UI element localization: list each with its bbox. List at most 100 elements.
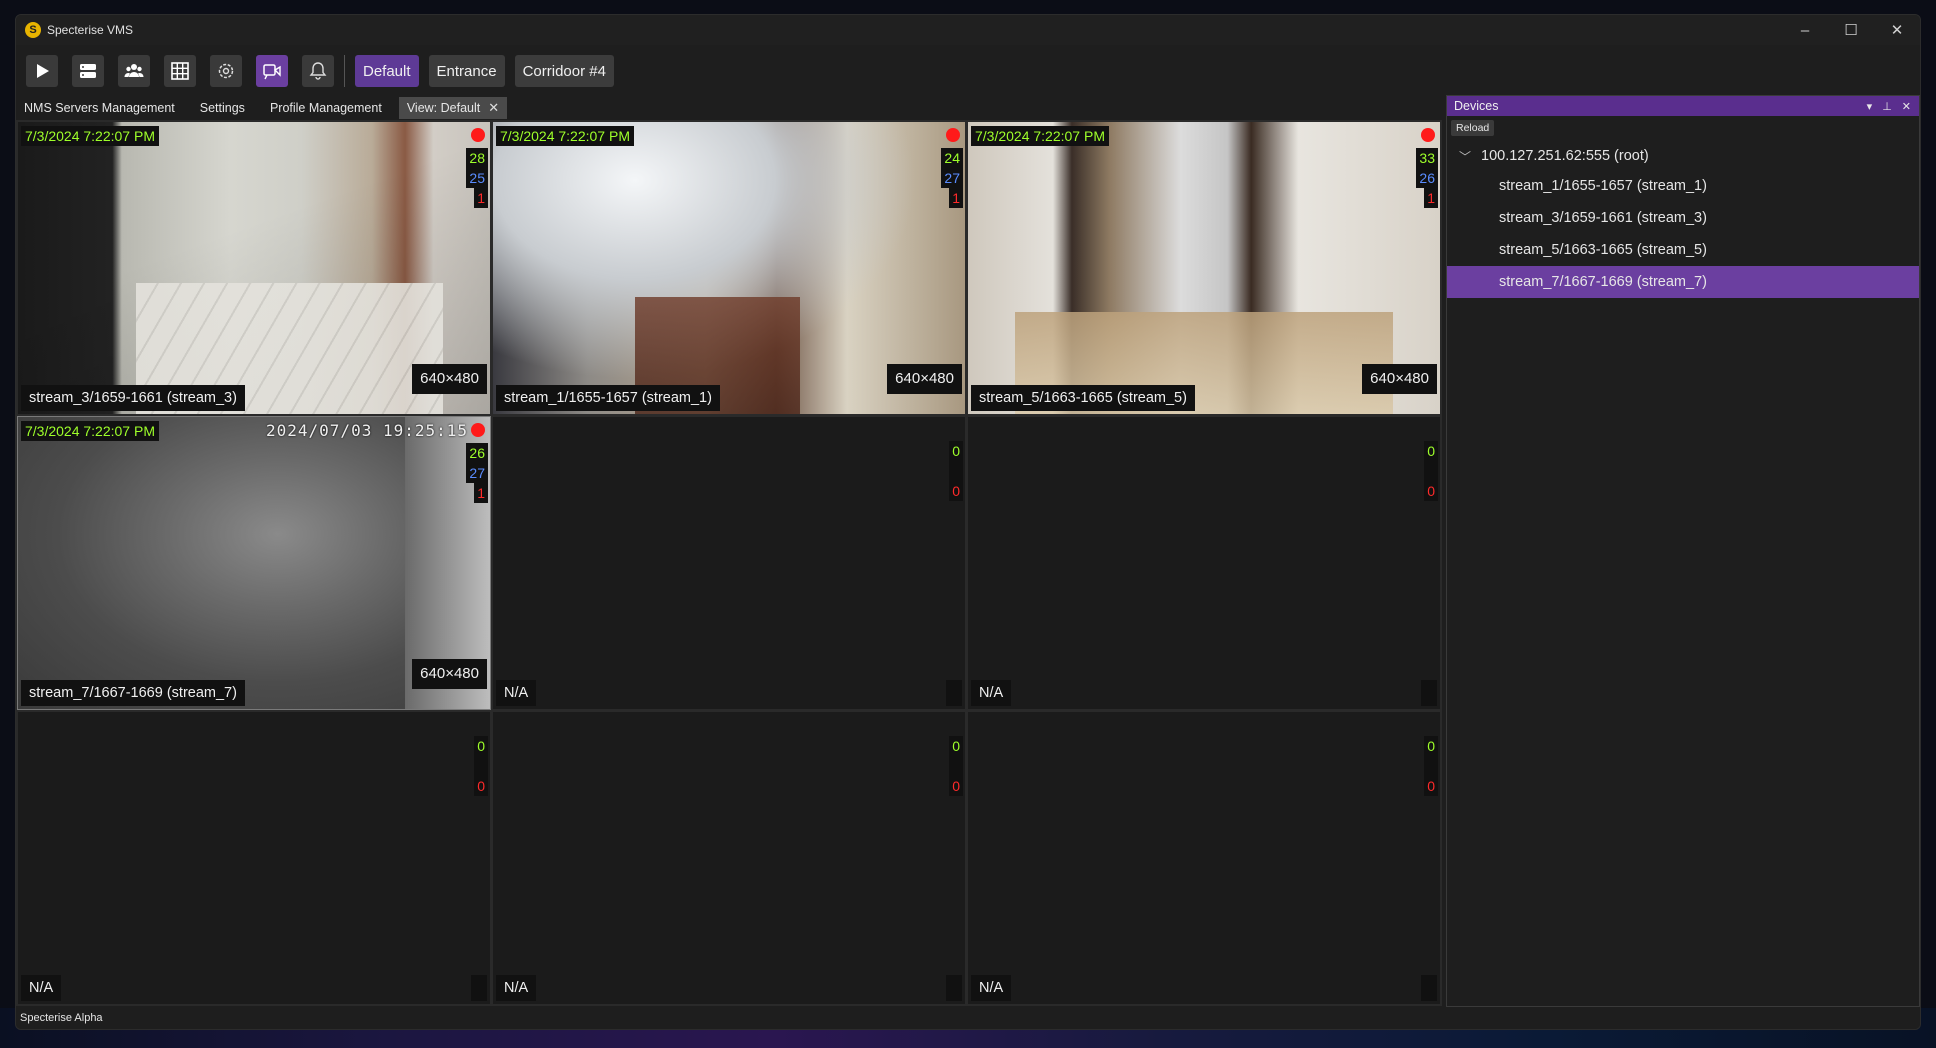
tab-view-default[interactable]: View: Default ✕: [398, 97, 508, 119]
stat-errors: 0: [474, 776, 488, 796]
camera-grid: 7/3/2024 7:22:07 PM 28 25 1 stream_3/165…: [16, 120, 1442, 1006]
camera-label: N/A: [21, 975, 62, 1001]
stream-stats: 0 0 0: [1424, 441, 1438, 501]
tab-nms-servers[interactable]: NMS Servers Management: [16, 97, 183, 119]
camera-resolution: [1421, 975, 1437, 1001]
stat-errors: 0: [949, 776, 963, 796]
tree-item-stream[interactable]: stream_5/1663-1665 (stream_5): [1447, 234, 1919, 266]
device-tree: ﹀ 100.127.251.62:555 (root) stream_1/165…: [1447, 142, 1919, 298]
camera-timestamp: 7/3/2024 7:22:07 PM: [21, 126, 159, 146]
camera-cell-empty[interactable]: 0 0 0 N/A: [968, 712, 1440, 1004]
layout-settings-button[interactable]: [164, 55, 196, 87]
stat-bitrate: 27: [466, 463, 488, 483]
tree-item-stream[interactable]: stream_7/1667-1669 (stream_7): [1447, 266, 1919, 298]
status-bar: Specterise Alpha: [16, 1007, 1920, 1029]
app-logo-icon: S: [25, 22, 41, 38]
close-tab-icon[interactable]: ✕: [488, 100, 499, 116]
users-button[interactable]: [118, 55, 150, 87]
title-bar: S Specterise VMS – ☐ ✕: [16, 15, 1920, 45]
close-button[interactable]: ✕: [1874, 15, 1920, 45]
camera-resolution: [471, 975, 487, 1001]
play-button[interactable]: [26, 55, 58, 87]
camera-cell[interactable]: 7/3/2024 7:22:07 PM 28 25 1 stream_3/165…: [18, 122, 490, 414]
view-button-default[interactable]: Default: [355, 55, 419, 87]
tree-item-stream[interactable]: stream_3/1659-1661 (stream_3): [1447, 202, 1919, 234]
settings-button[interactable]: [210, 55, 242, 87]
camera-label: N/A: [496, 680, 537, 706]
camera-label: N/A: [971, 680, 1012, 706]
panel-close-icon[interactable]: ✕: [1902, 100, 1911, 113]
users-icon: [124, 64, 144, 77]
camera-cell-empty[interactable]: 0 0 0 N/A: [493, 417, 965, 709]
panel-pin-icon[interactable]: ⊥: [1882, 100, 1892, 113]
recording-indicator: [1421, 128, 1435, 142]
chevron-down-icon[interactable]: ﹀: [1459, 148, 1471, 165]
minimize-button[interactable]: –: [1782, 15, 1828, 45]
server-icon: [80, 64, 96, 78]
camera-cell-empty[interactable]: 0 0 0 N/A: [968, 417, 1440, 709]
main-toolbar: Default Entrance Corridoor #4: [16, 51, 1920, 91]
panel-controls: ▾ ⊥ ✕: [1867, 100, 1919, 113]
camera-resolution: 640×480: [412, 659, 487, 689]
stream-stats: 24 27 1: [941, 148, 963, 208]
camera-cell[interactable]: 7/3/2024 7:22:07 PM 33 26 1 stream_5/166…: [968, 122, 1440, 414]
reload-button[interactable]: Reload: [1451, 120, 1495, 136]
camera-cell-empty[interactable]: 0 0 0 N/A: [493, 712, 965, 1004]
stat-bitrate: 27: [941, 168, 963, 188]
camera-cell[interactable]: 7/3/2024 7:22:07 PM 24 27 1 stream_1/165…: [493, 122, 965, 414]
stream-stats: 0 0 0: [949, 441, 963, 501]
stream-stats: 0 0 0: [949, 736, 963, 796]
view-button-corridoor[interactable]: Corridoor #4: [514, 55, 614, 87]
camera-timestamp: 7/3/2024 7:22:07 PM: [21, 421, 159, 441]
camera-osd-timestamp: 2024/07/03 19:25:15: [266, 421, 469, 440]
camera-resolution: [946, 975, 962, 1001]
gear-icon: [218, 63, 234, 79]
stat-bitrate: 25: [466, 168, 488, 188]
stream-stats: 28 25 1: [466, 148, 488, 208]
tab-profile-management[interactable]: Profile Management: [262, 97, 390, 119]
devices-panel-title: Devices: [1454, 99, 1499, 113]
stat-errors: 0: [1424, 481, 1438, 501]
devices-panel: Devices ▾ ⊥ ✕ Reload ﹀ 100.127.251.62:55…: [1446, 95, 1920, 1007]
toolbar-separator: [344, 55, 345, 87]
stat-bitrate: 0: [1424, 461, 1438, 481]
servers-button[interactable]: [72, 55, 104, 87]
stream-stats: 0 0 0: [1424, 736, 1438, 796]
stat-errors: 1: [1424, 188, 1438, 208]
camera-label: N/A: [496, 975, 537, 1001]
stat-bitrate: 26: [1416, 168, 1438, 188]
tree-root-label: 100.127.251.62:555 (root): [1481, 148, 1649, 164]
maximize-button[interactable]: ☐: [1828, 15, 1874, 45]
camera-cell-empty[interactable]: 0 0 0 N/A: [18, 712, 490, 1004]
stat-bitrate: 0: [1424, 756, 1438, 776]
view-button-entrance[interactable]: Entrance: [428, 55, 505, 87]
stream-stats: 33 26 1: [1416, 148, 1438, 208]
camera-cell[interactable]: 7/3/2024 7:22:07 PM 2024/07/03 19:25:15 …: [17, 416, 491, 710]
stat-fps: 24: [941, 148, 963, 168]
notifications-button[interactable]: [302, 55, 334, 87]
stat-fps: 0: [1424, 736, 1438, 756]
panel-dropdown-icon[interactable]: ▾: [1867, 100, 1873, 113]
stat-errors: 1: [949, 188, 963, 208]
tab-settings[interactable]: Settings: [192, 97, 253, 119]
stat-fps: 26: [466, 443, 488, 463]
camera-resolution: [946, 680, 962, 706]
stat-bitrate: 0: [949, 461, 963, 481]
camera-label: stream_5/1663-1665 (stream_5): [971, 385, 1195, 411]
status-text: Specterise Alpha: [20, 1012, 103, 1024]
camera-icon: [263, 64, 281, 80]
camera-label: N/A: [971, 975, 1012, 1001]
camera-button[interactable]: [256, 55, 288, 87]
stat-fps: 33: [1416, 148, 1438, 168]
tree-root-server[interactable]: ﹀ 100.127.251.62:555 (root): [1447, 142, 1919, 170]
devices-panel-header: Devices ▾ ⊥ ✕: [1447, 96, 1919, 116]
grid-settings-icon: [171, 62, 189, 80]
camera-timestamp: 7/3/2024 7:22:07 PM: [971, 126, 1109, 146]
stat-bitrate: 0: [949, 756, 963, 776]
stat-fps: 0: [949, 736, 963, 756]
stat-errors: 1: [474, 188, 488, 208]
stream-stats: 26 27 1: [466, 443, 488, 503]
tree-item-stream[interactable]: stream_1/1655-1657 (stream_1): [1447, 170, 1919, 202]
app-window: S Specterise VMS – ☐ ✕ Default Entrance …: [15, 14, 1921, 1030]
stat-errors: 0: [949, 481, 963, 501]
